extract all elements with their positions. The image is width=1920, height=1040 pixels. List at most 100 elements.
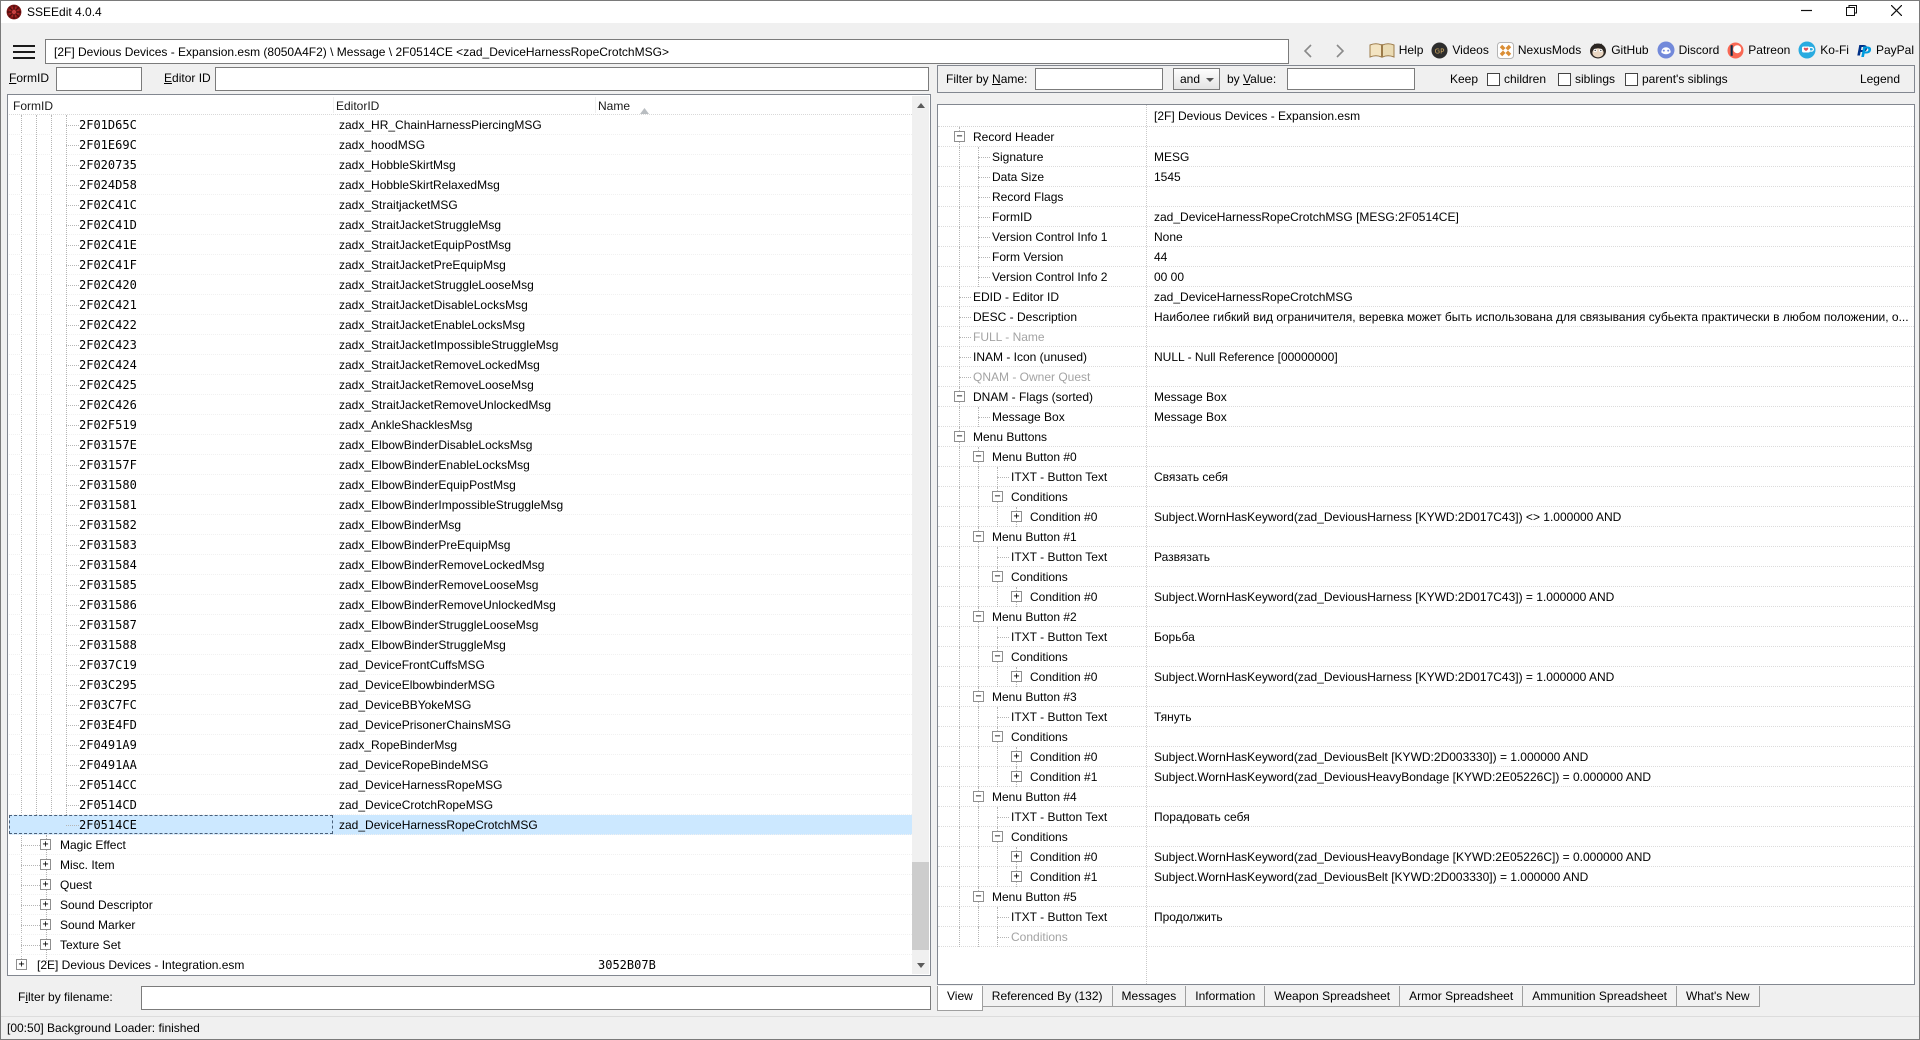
- table-row[interactable]: 2F02F519zadx_AnkleShacklesMsg: [9, 415, 912, 435]
- detail-row[interactable]: −Conditions: [938, 827, 1914, 847]
- detail-row[interactable]: ITXT - Button TextПродолжить: [938, 907, 1914, 927]
- detail-row[interactable]: Data Size1545: [938, 167, 1914, 187]
- detail-row[interactable]: Message BoxMessage Box: [938, 407, 1914, 427]
- detail-row[interactable]: −Menu Buttons: [938, 427, 1914, 447]
- collapse-minus-icon[interactable]: −: [954, 131, 965, 142]
- category-row[interactable]: +Magic Effect: [9, 835, 912, 855]
- detail-row[interactable]: +Condition #0Subject.WornHasKeyword(zad_…: [938, 507, 1914, 527]
- tab-what-s-new[interactable]: What's New: [1676, 986, 1760, 1007]
- detail-row[interactable]: Form Version44: [938, 247, 1914, 267]
- legend-button[interactable]: Legend: [1860, 72, 1900, 86]
- expand-plus-icon[interactable]: +: [1011, 751, 1022, 762]
- category-row[interactable]: +Sound Marker: [9, 915, 912, 935]
- table-row[interactable]: 2F037C19zad_DeviceFrontCuffsMSG: [9, 655, 912, 675]
- tab-ammunition-spreadsheet[interactable]: Ammunition Spreadsheet: [1522, 986, 1677, 1007]
- tree-vertical-scrollbar[interactable]: [912, 96, 929, 974]
- table-row[interactable]: 2F03C7FCzad_DeviceBBYokeMSG: [9, 695, 912, 715]
- category-row[interactable]: +Texture Set: [9, 935, 912, 955]
- detail-row[interactable]: +Condition #0Subject.WornHasKeyword(zad_…: [938, 847, 1914, 867]
- table-row[interactable]: 2F0491AAzad_DeviceRopeBindeMSG: [9, 755, 912, 775]
- table-row[interactable]: 2F02C41Ezadx_StraitJacketEquipPostMsg: [9, 235, 912, 255]
- scrollbar-up-icon[interactable]: [912, 96, 929, 113]
- detail-row[interactable]: −Menu Button #1: [938, 527, 1914, 547]
- detail-row[interactable]: +Condition #0Subject.WornHasKeyword(zad_…: [938, 747, 1914, 767]
- plugin-row[interactable]: +[2E] Devious Devices - Integration.esm3…: [9, 955, 912, 974]
- detail-row[interactable]: −Menu Button #0: [938, 447, 1914, 467]
- scrollbar-down-icon[interactable]: [912, 957, 929, 974]
- detail-row[interactable]: QNAM - Owner Quest: [938, 367, 1914, 387]
- filter-by-value-input[interactable]: [1287, 68, 1415, 90]
- expand-plus-icon[interactable]: +: [1011, 671, 1022, 682]
- detail-row[interactable]: −Conditions: [938, 647, 1914, 667]
- collapse-minus-icon[interactable]: −: [973, 791, 984, 802]
- detail-row[interactable]: Record Flags: [938, 187, 1914, 207]
- category-row[interactable]: +Quest: [9, 875, 912, 895]
- table-row[interactable]: 2F020735zadx_HobbleSkirtMsg: [9, 155, 912, 175]
- table-row[interactable]: 2F02C420zadx_StraitJacketStruggleLooseMs…: [9, 275, 912, 295]
- expand-plus-icon[interactable]: +: [40, 919, 51, 930]
- toolbar-link-nexusmods[interactable]: NexusMods: [1497, 42, 1581, 59]
- table-row[interactable]: 2F031587zadx_ElbowBinderStruggleLooseMsg: [9, 615, 912, 635]
- detail-row[interactable]: −Conditions: [938, 567, 1914, 587]
- detail-row[interactable]: −Record Header: [938, 127, 1914, 147]
- table-row[interactable]: 2F024D58zadx_HobbleSkirtRelaxedMsg: [9, 175, 912, 195]
- table-row[interactable]: 2F03157Fzadx_ElbowBinderEnableLocksMsg: [9, 455, 912, 475]
- detail-row[interactable]: −Menu Button #2: [938, 607, 1914, 627]
- hamburger-menu-icon[interactable]: [13, 45, 35, 59]
- collapse-minus-icon[interactable]: −: [992, 731, 1003, 742]
- table-row[interactable]: 2F02C41Czadx_StraitjacketMSG: [9, 195, 912, 215]
- detail-row[interactable]: ITXT - Button TextБорьба: [938, 627, 1914, 647]
- expand-plus-icon[interactable]: +: [40, 899, 51, 910]
- column-header-editorid[interactable]: EditorID: [336, 99, 379, 113]
- table-row-selected[interactable]: 2F0514CEzad_DeviceHarnessRopeCrotchMSG: [9, 815, 912, 835]
- table-row[interactable]: 2F031586zadx_ElbowBinderRemoveUnlockedMs…: [9, 595, 912, 615]
- table-row[interactable]: 2F02C41Dzadx_StraitJacketStruggleMsg: [9, 215, 912, 235]
- detail-row[interactable]: Version Control Info 200 00: [938, 267, 1914, 287]
- collapse-minus-icon[interactable]: −: [954, 431, 965, 442]
- table-row[interactable]: 2F02C426zadx_StraitJacketRemoveUnlockedM…: [9, 395, 912, 415]
- filter-by-name-input[interactable]: [1035, 68, 1163, 90]
- toolbar-link-help[interactable]: Help: [1369, 42, 1424, 59]
- tab-view[interactable]: View: [937, 986, 983, 1011]
- nav-forward-button[interactable]: [1329, 42, 1351, 62]
- maximize-button[interactable]: [1829, 1, 1874, 23]
- breadcrumb[interactable]: [2F] Devious Devices - Expansion.esm (80…: [45, 39, 1289, 64]
- tab-armor-spreadsheet[interactable]: Armor Spreadsheet: [1399, 986, 1523, 1007]
- toolbar-link-github[interactable]: GitHub: [1589, 42, 1648, 59]
- table-row[interactable]: 2F031588zadx_ElbowBinderStruggleMsg: [9, 635, 912, 655]
- detail-row[interactable]: +Condition #0Subject.WornHasKeyword(zad_…: [938, 667, 1914, 687]
- table-row[interactable]: 2F03C295zad_DeviceElbowbinderMSG: [9, 675, 912, 695]
- table-row[interactable]: 2F031580zadx_ElbowBinderEquipPostMsg: [9, 475, 912, 495]
- expand-plus-icon[interactable]: +: [40, 879, 51, 890]
- tab-information[interactable]: Information: [1185, 986, 1265, 1007]
- detail-row[interactable]: −Menu Button #3: [938, 687, 1914, 707]
- expand-plus-icon[interactable]: +: [1011, 871, 1022, 882]
- detail-row[interactable]: ITXT - Button TextТянуть: [938, 707, 1914, 727]
- detail-row[interactable]: SignatureMESG: [938, 147, 1914, 167]
- table-row[interactable]: 2F0514CDzad_DeviceCrotchRopeMSG: [9, 795, 912, 815]
- expand-plus-icon[interactable]: +: [1011, 771, 1022, 782]
- expand-plus-icon[interactable]: +: [16, 959, 27, 970]
- collapse-minus-icon[interactable]: −: [973, 451, 984, 462]
- toolbar-link-patreon[interactable]: Patreon: [1727, 42, 1790, 59]
- detail-row[interactable]: +Condition #1Subject.WornHasKeyword(zad_…: [938, 767, 1914, 787]
- expand-plus-icon[interactable]: +: [1011, 851, 1022, 862]
- table-row[interactable]: 2F031585zadx_ElbowBinderRemoveLooseMsg: [9, 575, 912, 595]
- expand-plus-icon[interactable]: +: [1011, 591, 1022, 602]
- detail-row[interactable]: −Conditions: [938, 727, 1914, 747]
- toolbar-link-paypal[interactable]: PPPayPal: [1857, 42, 1914, 59]
- table-row[interactable]: 2F02C423zadx_StraitJacketImpossibleStrug…: [9, 335, 912, 355]
- table-row[interactable]: 2F02C41Fzadx_StraitJacketPreEquipMsg: [9, 255, 912, 275]
- detail-row[interactable]: −Menu Button #4: [938, 787, 1914, 807]
- detail-row[interactable]: +Condition #0Subject.WornHasKeyword(zad_…: [938, 587, 1914, 607]
- tab-messages[interactable]: Messages: [1112, 986, 1187, 1007]
- table-row[interactable]: 2F03157Ezadx_ElbowBinderDisableLocksMsg: [9, 435, 912, 455]
- table-row[interactable]: 2F03E4FDzad_DevicePrisonerChainsMSG: [9, 715, 912, 735]
- editorid-input[interactable]: [215, 67, 929, 91]
- detail-row[interactable]: ITXT - Button TextСвязать себя: [938, 467, 1914, 487]
- detail-row[interactable]: DESC - DescriptionНаиболее гибкий вид ог…: [938, 307, 1914, 327]
- detail-row[interactable]: INAM - Icon (unused)NULL - Null Referenc…: [938, 347, 1914, 367]
- column-header-formid[interactable]: FormID: [13, 99, 53, 113]
- filter-operator-select[interactable]: and: [1173, 68, 1220, 90]
- table-row[interactable]: 2F0514CCzad_DeviceHarnessRopeMSG: [9, 775, 912, 795]
